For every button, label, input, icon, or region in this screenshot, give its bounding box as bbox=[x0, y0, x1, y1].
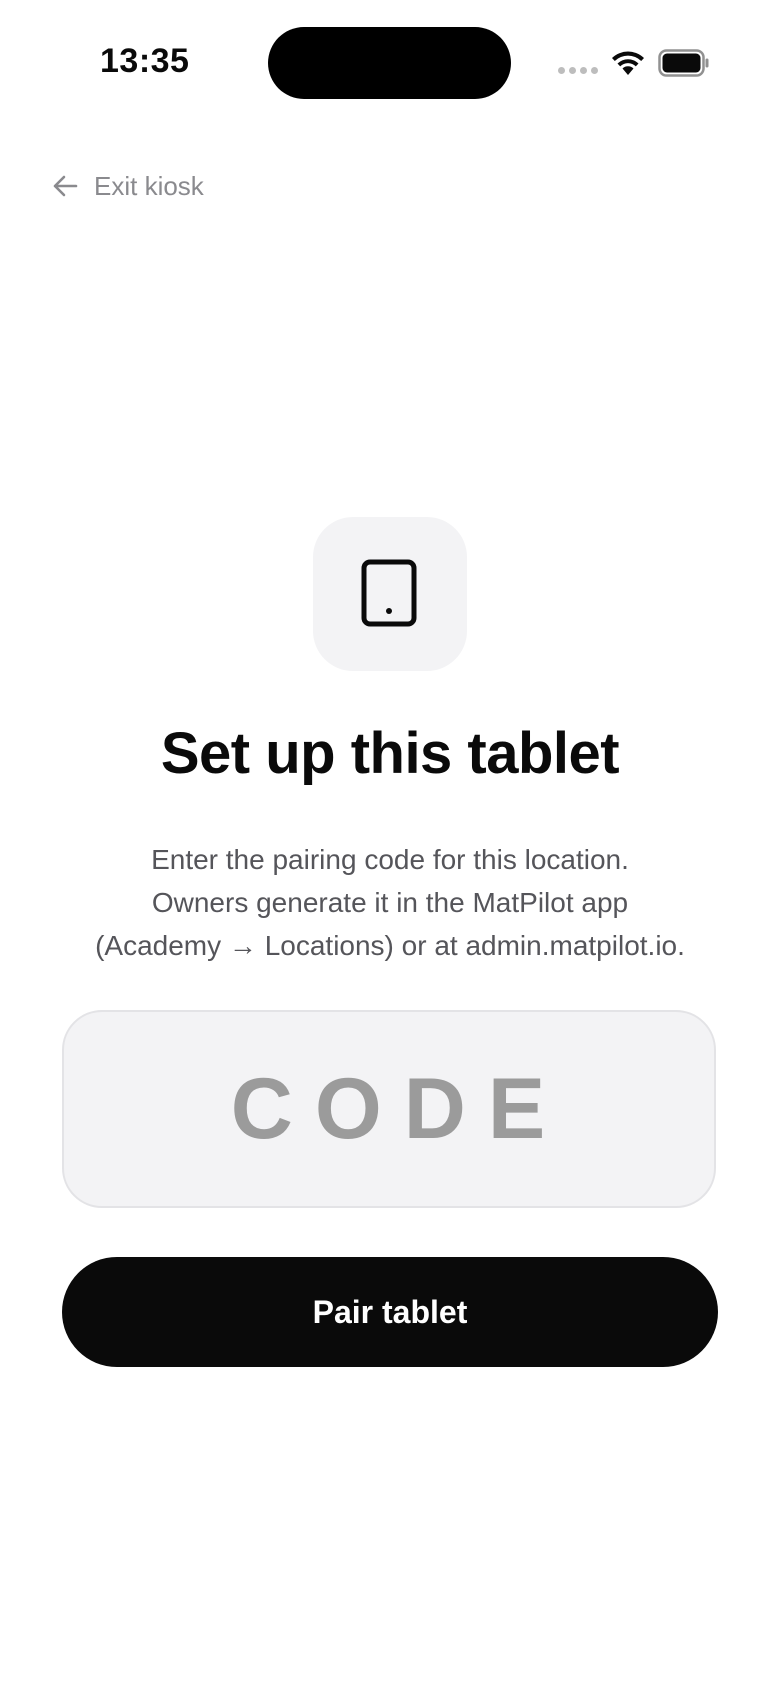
tablet-icon bbox=[361, 559, 417, 627]
tablet-icon-tile bbox=[313, 517, 467, 671]
arrow-left-icon bbox=[53, 175, 78, 197]
pairing-instructions: Enter the pairing code for this location… bbox=[40, 838, 740, 967]
instructions-line: Enter the pairing code for this location… bbox=[151, 844, 629, 875]
battery-icon bbox=[658, 49, 709, 77]
wifi-icon bbox=[612, 51, 644, 75]
exit-kiosk-button[interactable]: Exit kiosk bbox=[50, 168, 204, 204]
instructions-line: (Academy → Locations) or at admin.matpil… bbox=[95, 930, 685, 961]
instructions-line: Owners generate it in the MatPilot app bbox=[151, 887, 629, 918]
pairing-code-field[interactable] bbox=[62, 1010, 716, 1208]
dynamic-island bbox=[268, 27, 511, 99]
cellular-signal-icon bbox=[558, 67, 598, 75]
exit-kiosk-label: Exit kiosk bbox=[94, 170, 204, 201]
status-time: 13:35 bbox=[100, 42, 190, 80]
kiosk-pairing-screen: 13:35 Exit kiosk Set up this tablet Ente… bbox=[0, 0, 780, 1696]
pairing-code-input[interactable] bbox=[64, 1012, 714, 1206]
pair-tablet-button[interactable]: Pair tablet bbox=[62, 1257, 718, 1367]
status-bar: 13:35 bbox=[0, 0, 780, 130]
page-title: Set up this tablet bbox=[160, 721, 620, 786]
